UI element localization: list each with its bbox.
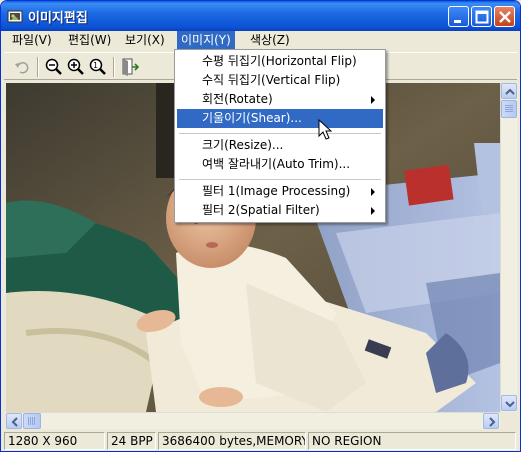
menu-item-filter-1[interactable]: 필터 1(Image Processing) xyxy=(177,182,383,201)
minimize-button[interactable] xyxy=(448,6,469,27)
menu-item-shear[interactable]: 기울이기(Shear)... xyxy=(177,109,383,128)
zoom-in-icon xyxy=(67,58,84,75)
menu-view[interactable]: 보기(X) xyxy=(121,31,169,50)
undo-icon xyxy=(15,62,29,74)
zoom-fit-button[interactable]: 1 xyxy=(88,57,108,77)
zoom-in-button[interactable] xyxy=(66,57,86,77)
menu-bar: 파일(V) 편집(W) 보기(X) 이미지(Y) 색상(Z) xyxy=(4,31,517,50)
image-edit-app-icon xyxy=(7,10,23,23)
exit-icon xyxy=(122,58,140,76)
scroll-right-icon xyxy=(489,417,496,427)
menu-separator xyxy=(179,133,381,134)
menu-separator xyxy=(179,179,381,180)
menu-item-label: 필터 1(Image Processing) xyxy=(202,184,351,198)
menu-item-label: 필터 2(Spatial Filter) xyxy=(202,203,320,217)
menu-color[interactable]: 색상(Z) xyxy=(246,31,294,50)
status-dimensions: 1280 X 960 xyxy=(4,432,105,450)
menu-image[interactable]: 이미지(Y) xyxy=(177,31,235,50)
thumb-grip xyxy=(28,417,36,425)
scroll-down-button[interactable] xyxy=(501,395,517,411)
exit-button[interactable] xyxy=(120,57,140,77)
menu-item-label: 여백 잘라내기(Auto Trim)... xyxy=(202,157,351,171)
vertical-scroll-thumb[interactable] xyxy=(501,100,517,118)
mouse-pointer-icon xyxy=(318,119,332,140)
maximize-icon xyxy=(475,10,489,24)
title-bar[interactable]: 이미지편집 xyxy=(1,1,520,31)
zoom-out-button[interactable] xyxy=(44,57,64,77)
submenu-arrow-icon xyxy=(371,188,375,196)
zoom-fit-icon: 1 xyxy=(89,58,106,75)
scroll-corner xyxy=(500,412,517,429)
horizontal-scroll-thumb[interactable] xyxy=(23,413,41,429)
horizontal-scrollbar[interactable] xyxy=(6,412,500,429)
menu-item-label: 수평 뒤집기(Horizontal Flip) xyxy=(202,54,357,68)
minimize-icon xyxy=(454,20,461,23)
status-region: NO REGION xyxy=(308,432,516,450)
submenu-arrow-icon xyxy=(371,96,375,104)
thumb-grip xyxy=(505,105,513,113)
toolbar-separator xyxy=(37,57,39,77)
menu-edit[interactable]: 편집(W) xyxy=(64,31,115,50)
vertical-scrollbar[interactable] xyxy=(500,83,517,412)
menu-item-label: 크기(Resize)... xyxy=(202,138,284,152)
scroll-left-button[interactable] xyxy=(6,413,22,429)
scroll-right-button[interactable] xyxy=(483,413,499,429)
menu-item-label: 수직 뒤집기(Vertical Flip) xyxy=(202,73,341,87)
scroll-down-icon xyxy=(505,401,515,408)
status-bar: 1280 X 960 24 BPP 3686400 bytes,MEMORY N… xyxy=(4,431,517,451)
menu-item-rotate[interactable]: 회전(Rotate) xyxy=(177,90,383,109)
menu-item-filter-2[interactable]: 필터 2(Spatial Filter) xyxy=(177,201,383,220)
menu-item-label: 기울이기(Shear)... xyxy=(202,111,302,125)
svg-text:1: 1 xyxy=(93,61,98,70)
status-memory: 3686400 bytes,MEMORY xyxy=(158,432,306,450)
maximize-button[interactable] xyxy=(471,6,492,27)
close-icon xyxy=(499,11,511,23)
scroll-left-icon xyxy=(11,417,18,427)
menu-item-label: 회전(Rotate) xyxy=(202,92,273,106)
scroll-up-icon xyxy=(505,88,515,95)
submenu-arrow-icon xyxy=(371,207,375,215)
toolbar-separator xyxy=(113,57,115,77)
window-title: 이미지편집 xyxy=(28,11,88,26)
menu-file[interactable]: 파일(V) xyxy=(8,31,56,50)
menu-item-auto-trim[interactable]: 여백 잘라내기(Auto Trim)... xyxy=(177,155,383,174)
close-button[interactable] xyxy=(494,6,515,27)
menu-item-vertical-flip[interactable]: 수직 뒤집기(Vertical Flip) xyxy=(177,71,383,90)
scroll-up-button[interactable] xyxy=(501,83,517,99)
undo-button[interactable] xyxy=(12,57,32,77)
menu-item-resize[interactable]: 크기(Resize)... xyxy=(177,136,383,155)
image-menu-dropdown: 수평 뒤집기(Horizontal Flip) 수직 뒤집기(Vertical … xyxy=(174,49,386,223)
zoom-out-icon xyxy=(45,58,62,75)
menu-item-horizontal-flip[interactable]: 수평 뒤집기(Horizontal Flip) xyxy=(177,52,383,71)
status-bpp: 24 BPP xyxy=(107,432,156,450)
